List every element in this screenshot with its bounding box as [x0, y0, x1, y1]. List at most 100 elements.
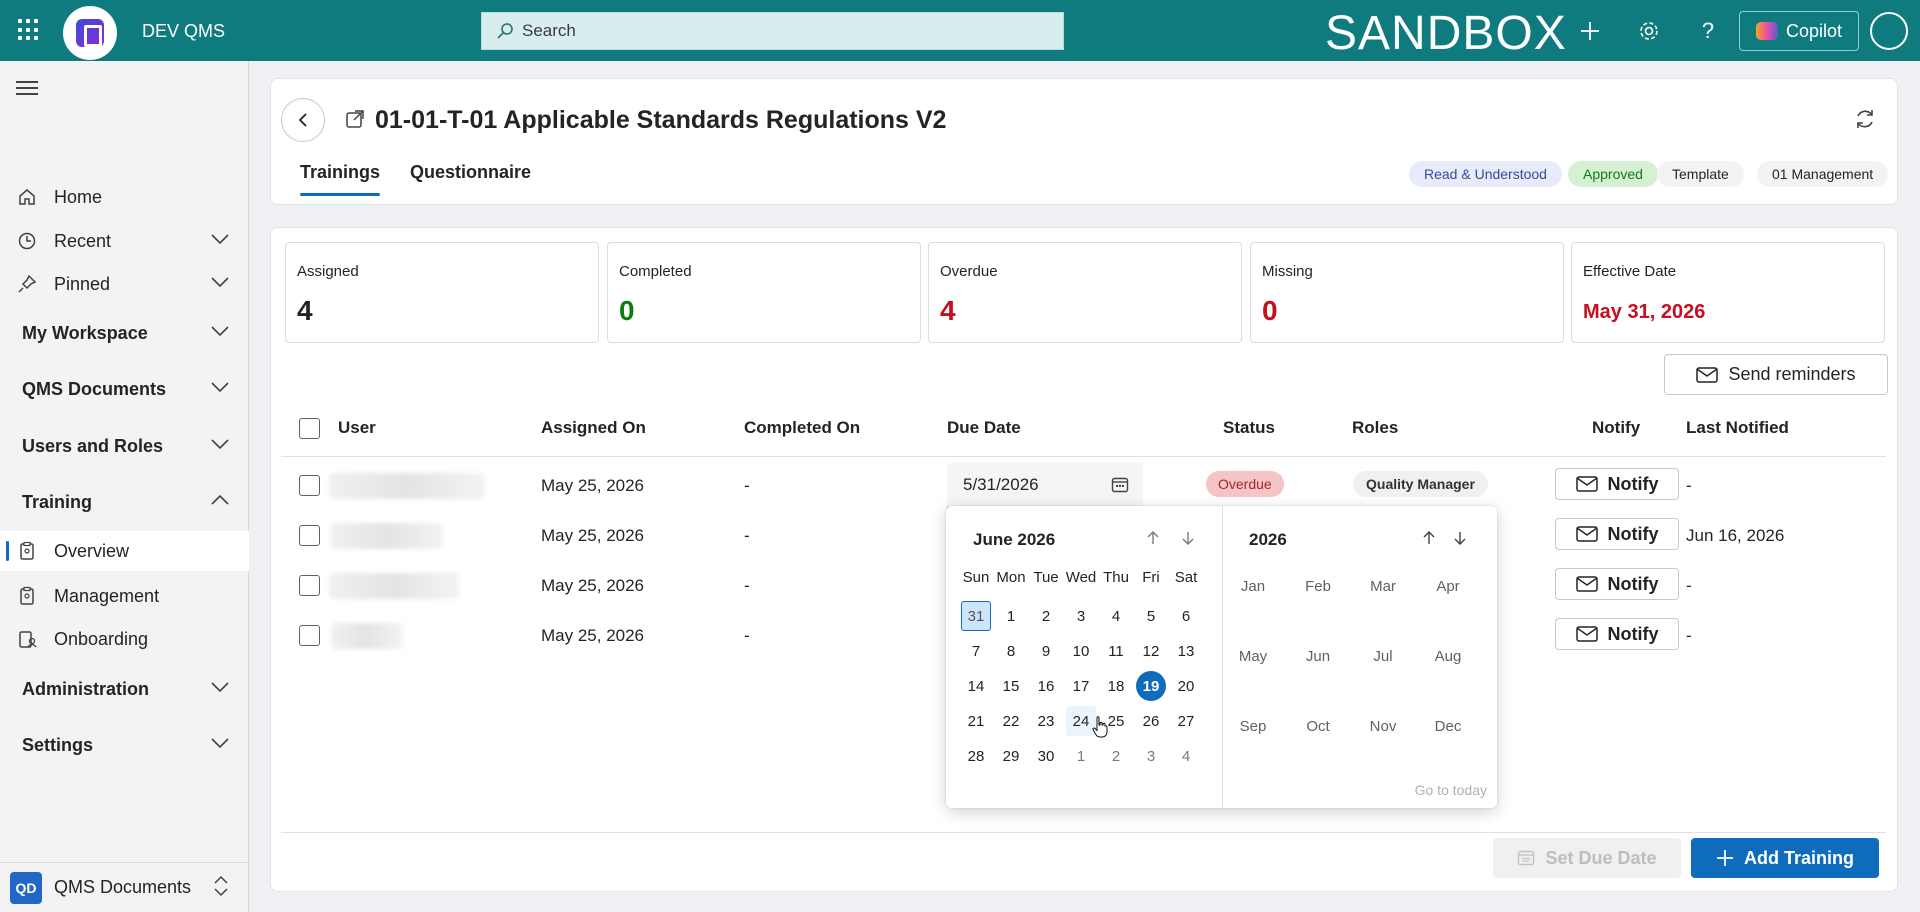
calendar-day[interactable]: 11 — [1101, 636, 1131, 666]
calendar-day[interactable]: 3 — [1066, 601, 1096, 631]
arrow-down-icon[interactable] — [1450, 528, 1470, 548]
plus-icon[interactable] — [1577, 18, 1603, 44]
month-cell[interactable]: Feb — [1293, 578, 1343, 595]
calendar-day[interactable]: 2 — [1031, 601, 1061, 631]
row-checkbox[interactable] — [299, 525, 320, 546]
calendar-day[interactable]: 1 — [996, 601, 1026, 631]
column-header-last-notified[interactable]: Last Notified — [1686, 418, 1789, 438]
help-icon[interactable]: ? — [1695, 18, 1721, 44]
calendar-day[interactable]: 9 — [1031, 636, 1061, 666]
set-due-date-button[interactable]: Set Due Date — [1493, 838, 1681, 878]
sidebar-group-training[interactable]: Training — [0, 482, 249, 522]
notify-button[interactable]: Notify — [1555, 518, 1679, 550]
calendar-day[interactable]: 23 — [1031, 706, 1061, 736]
month-cell[interactable]: Dec — [1423, 718, 1473, 735]
calendar-day[interactable]: 12 — [1136, 636, 1166, 666]
calendar-day[interactable]: 26 — [1136, 706, 1166, 736]
month-cell[interactable]: Apr — [1423, 578, 1473, 595]
gear-icon[interactable] — [1636, 18, 1662, 44]
month-cell[interactable]: May — [1228, 648, 1278, 665]
calendar-day[interactable]: 1 — [1066, 741, 1096, 771]
tab-questionnaire[interactable]: Questionnaire — [410, 162, 531, 183]
calendar-day[interactable]: 8 — [996, 636, 1026, 666]
month-title[interactable]: June 2026 — [973, 530, 1055, 550]
calendar-day[interactable]: 20 — [1171, 671, 1201, 701]
calendar-day[interactable]: 4 — [1171, 741, 1201, 771]
go-to-today-link[interactable]: Go to today — [1415, 782, 1487, 798]
notify-button[interactable]: Notify — [1555, 618, 1679, 650]
sidebar-group-administration[interactable]: Administration — [0, 669, 249, 709]
calendar-day[interactable]: 22 — [996, 706, 1026, 736]
month-cell[interactable]: Oct — [1293, 718, 1343, 735]
calendar-day[interactable]: 30 — [1031, 741, 1061, 771]
arrow-down-icon[interactable] — [1178, 528, 1198, 548]
sidebar-group-users-and-roles[interactable]: Users and Roles — [0, 426, 249, 466]
column-header-notify[interactable]: Notify — [1592, 418, 1640, 438]
calendar-day[interactable]: 14 — [961, 671, 991, 701]
calendar-day[interactable]: 6 — [1171, 601, 1201, 631]
calendar-day[interactable]: 28 — [961, 741, 991, 771]
calendar-day[interactable]: 13 — [1171, 636, 1201, 666]
calendar-day[interactable]: 18 — [1101, 671, 1131, 701]
calendar-day[interactable]: 17 — [1066, 671, 1096, 701]
column-header-status[interactable]: Status — [1223, 418, 1275, 438]
due-date-input[interactable]: 5/31/2026 — [947, 463, 1143, 508]
month-cell[interactable]: Jun — [1293, 648, 1343, 665]
sidebar-group-qms-documents[interactable]: QMS Documents — [0, 369, 249, 409]
calendar-day[interactable]: 7 — [961, 636, 991, 666]
calendar-day[interactable]: 15 — [996, 671, 1026, 701]
app-launcher-icon[interactable] — [18, 19, 40, 41]
sidebar-item-onboarding[interactable]: Onboarding — [0, 619, 249, 659]
sidebar-item-management[interactable]: Management — [0, 576, 249, 616]
column-header-due-date[interactable]: Due Date — [947, 418, 1021, 438]
sidebar-item-home[interactable]: Home — [0, 177, 249, 217]
column-header-roles[interactable]: Roles — [1352, 418, 1398, 438]
row-checkbox[interactable] — [299, 475, 320, 496]
copilot-button[interactable]: Copilot — [1739, 11, 1859, 51]
area-switcher[interactable]: QD QMS Documents — [0, 862, 249, 912]
hamburger-menu-icon[interactable] — [16, 81, 38, 99]
sidebar-item-overview[interactable]: Overview — [0, 531, 249, 571]
sidebar-item-recent[interactable]: Recent — [0, 221, 249, 261]
sidebar-item-pinned[interactable]: Pinned — [0, 264, 249, 304]
notify-button[interactable]: Notify — [1555, 468, 1679, 500]
open-external-icon[interactable] — [345, 109, 365, 129]
calendar-day[interactable]: 21 — [961, 706, 991, 736]
calendar-day[interactable]: 27 — [1171, 706, 1201, 736]
calendar-day[interactable]: 16 — [1031, 671, 1061, 701]
back-button[interactable] — [281, 98, 325, 142]
notify-button[interactable]: Notify — [1555, 568, 1679, 600]
add-training-button[interactable]: Add Training — [1691, 838, 1879, 878]
month-cell[interactable]: Sep — [1228, 718, 1278, 735]
calendar-day[interactable]: 3 — [1136, 741, 1166, 771]
sidebar-group-settings[interactable]: Settings — [0, 725, 249, 765]
column-header-assigned-on[interactable]: Assigned On — [541, 418, 646, 438]
calendar-icon[interactable] — [1111, 476, 1129, 494]
arrow-up-icon[interactable] — [1143, 528, 1163, 548]
column-header-user[interactable]: User — [338, 418, 376, 438]
month-cell[interactable]: Jan — [1228, 578, 1278, 595]
row-checkbox[interactable] — [299, 625, 320, 646]
calendar-day[interactable]: 2 — [1101, 741, 1131, 771]
calendar-day[interactable]: 31 — [961, 601, 991, 631]
tab-trainings[interactable]: Trainings — [300, 162, 381, 196]
select-all-checkbox[interactable] — [299, 418, 320, 439]
calendar-day[interactable]: 4 — [1101, 601, 1131, 631]
refresh-icon[interactable] — [1853, 107, 1877, 131]
month-cell[interactable]: Aug — [1423, 648, 1473, 665]
arrow-up-icon[interactable] — [1419, 528, 1439, 548]
year-title[interactable]: 2026 — [1249, 530, 1287, 550]
calendar-day[interactable]: 5 — [1136, 601, 1166, 631]
month-cell[interactable]: Mar — [1358, 578, 1408, 595]
calendar-day[interactable]: 10 — [1066, 636, 1096, 666]
send-reminders-button[interactable]: Send reminders — [1664, 354, 1888, 395]
sidebar-group-my-workspace[interactable]: My Workspace — [0, 313, 249, 353]
column-header-completed-on[interactable]: Completed On — [744, 418, 860, 438]
search-input[interactable]: Search — [481, 12, 1064, 50]
calendar-day[interactable]: 19 — [1136, 671, 1166, 701]
month-cell[interactable]: Nov — [1358, 718, 1408, 735]
month-cell[interactable]: Jul — [1358, 648, 1408, 665]
user-avatar[interactable] — [1870, 12, 1908, 50]
calendar-day[interactable]: 29 — [996, 741, 1026, 771]
row-checkbox[interactable] — [299, 575, 320, 596]
